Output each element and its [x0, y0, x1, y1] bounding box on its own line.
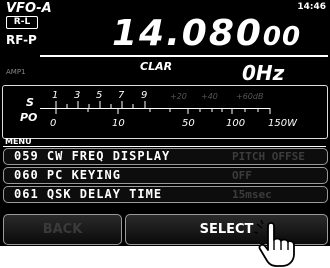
back-button[interactable]: BACK	[3, 214, 122, 245]
menu-item-pc-keying[interactable]: 060 PC KEYING OFF	[3, 167, 328, 184]
pointing-hand-icon	[254, 220, 295, 267]
radio-display: VFO-A R-L 14:46 14.08000 RF-P AMP1 CLAR …	[0, 0, 330, 246]
menu-item-value: OFF	[232, 169, 252, 182]
back-button-label: BACK	[42, 222, 83, 237]
menu-item-value: 15msec	[232, 188, 272, 201]
meter-ticks	[55, 101, 271, 114]
menu-divider	[3, 146, 326, 147]
menu-item-label: 061 QSK DELAY TIME	[14, 187, 163, 201]
menu-item-qsk-delay-time[interactable]: 061 QSK DELAY TIME 15msec	[3, 186, 328, 203]
menu-item-value: PITCH OFFSE	[232, 150, 305, 163]
menu-label: MENU	[5, 137, 32, 146]
menu-item-cw-freq-display[interactable]: 059 CW FREQ DISPLAY PITCH OFFSE	[3, 148, 328, 165]
menu-item-label: 060 PC KEYING	[14, 168, 121, 182]
menu-item-label: 059 CW FREQ DISPLAY	[14, 149, 171, 163]
